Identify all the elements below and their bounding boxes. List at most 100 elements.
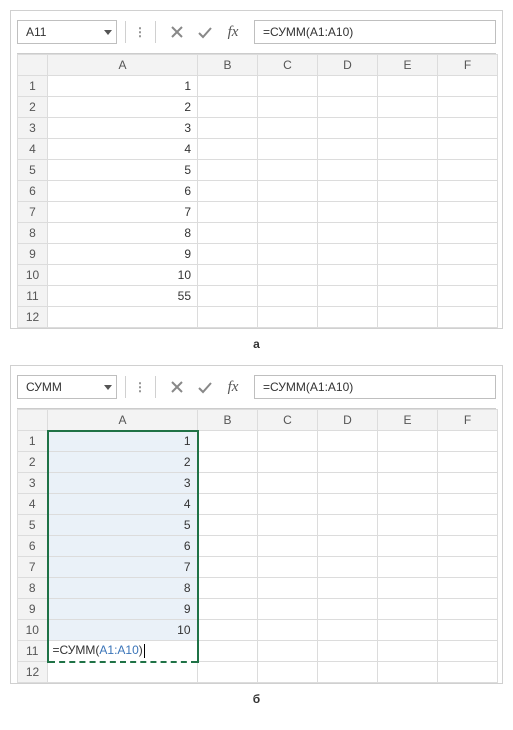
cell[interactable]: [378, 160, 438, 181]
row-header[interactable]: 2: [18, 97, 48, 118]
cell[interactable]: [378, 286, 438, 307]
cell[interactable]: [438, 244, 498, 265]
cell[interactable]: [198, 452, 258, 473]
row-header[interactable]: 1: [18, 76, 48, 97]
name-box[interactable]: A11: [17, 20, 117, 44]
row-header[interactable]: 2: [18, 452, 48, 473]
row-header[interactable]: 7: [18, 202, 48, 223]
cell[interactable]: [318, 139, 378, 160]
cell[interactable]: [198, 536, 258, 557]
cell[interactable]: [198, 473, 258, 494]
cell[interactable]: [378, 473, 438, 494]
cell[interactable]: [318, 494, 378, 515]
cancel-icon[interactable]: [168, 378, 186, 396]
row-header[interactable]: 11: [18, 641, 48, 662]
cell[interactable]: [258, 181, 318, 202]
cell[interactable]: [318, 536, 378, 557]
cell[interactable]: [198, 662, 258, 683]
row-header[interactable]: 3: [18, 473, 48, 494]
cell[interactable]: 6: [48, 536, 198, 557]
cell[interactable]: [258, 223, 318, 244]
cell[interactable]: 9: [48, 599, 198, 620]
cell[interactable]: [258, 578, 318, 599]
cell[interactable]: [258, 536, 318, 557]
col-header[interactable]: E: [378, 55, 438, 76]
cell[interactable]: [258, 265, 318, 286]
cell[interactable]: [318, 641, 378, 662]
row-header[interactable]: 8: [18, 223, 48, 244]
cell[interactable]: [438, 431, 498, 452]
cell[interactable]: [258, 557, 318, 578]
cell[interactable]: [318, 452, 378, 473]
cell[interactable]: [258, 452, 318, 473]
cell[interactable]: [198, 202, 258, 223]
col-header[interactable]: E: [378, 410, 438, 431]
cell[interactable]: 10: [48, 265, 198, 286]
cell[interactable]: 5: [48, 160, 198, 181]
cell[interactable]: [438, 620, 498, 641]
col-header[interactable]: C: [258, 55, 318, 76]
cell[interactable]: [378, 620, 438, 641]
row-header[interactable]: 4: [18, 139, 48, 160]
name-box[interactable]: СУММ: [17, 375, 117, 399]
col-header[interactable]: F: [438, 410, 498, 431]
cell[interactable]: [318, 118, 378, 139]
cell[interactable]: [438, 452, 498, 473]
cell[interactable]: [438, 223, 498, 244]
cell[interactable]: [378, 641, 438, 662]
cell[interactable]: 1: [48, 76, 198, 97]
cell[interactable]: [258, 97, 318, 118]
cell[interactable]: [378, 202, 438, 223]
corner-cell[interactable]: [18, 410, 48, 431]
cell[interactable]: [198, 181, 258, 202]
cell[interactable]: [48, 662, 198, 683]
cell[interactable]: [198, 620, 258, 641]
cell[interactable]: [258, 515, 318, 536]
cell[interactable]: [378, 223, 438, 244]
cell[interactable]: [258, 431, 318, 452]
cell[interactable]: 1: [48, 431, 198, 452]
cell[interactable]: [438, 557, 498, 578]
cell[interactable]: 4: [48, 139, 198, 160]
cell[interactable]: [258, 494, 318, 515]
cell[interactable]: [258, 139, 318, 160]
cell[interactable]: 5: [48, 515, 198, 536]
cell[interactable]: [438, 160, 498, 181]
row-header[interactable]: 7: [18, 557, 48, 578]
cell[interactable]: [198, 641, 258, 662]
cell[interactable]: [318, 265, 378, 286]
cell[interactable]: 3: [48, 473, 198, 494]
col-header[interactable]: B: [198, 410, 258, 431]
cell[interactable]: [198, 307, 258, 328]
cell[interactable]: 9: [48, 244, 198, 265]
cell[interactable]: [438, 473, 498, 494]
more-icon[interactable]: ⋮: [134, 380, 147, 394]
cell[interactable]: [198, 557, 258, 578]
cell[interactable]: [438, 536, 498, 557]
cell[interactable]: [198, 599, 258, 620]
cell[interactable]: [258, 641, 318, 662]
corner-cell[interactable]: [18, 55, 48, 76]
row-header[interactable]: 6: [18, 536, 48, 557]
cell[interactable]: [198, 265, 258, 286]
cell[interactable]: [438, 265, 498, 286]
cell[interactable]: 4: [48, 494, 198, 515]
cell[interactable]: [198, 223, 258, 244]
cell[interactable]: [378, 557, 438, 578]
fx-icon[interactable]: fx: [224, 23, 242, 41]
cell[interactable]: [318, 515, 378, 536]
row-header[interactable]: 9: [18, 244, 48, 265]
cell[interactable]: [378, 139, 438, 160]
cell[interactable]: [438, 202, 498, 223]
col-header[interactable]: A: [48, 410, 198, 431]
cell[interactable]: [198, 97, 258, 118]
active-cell-editing[interactable]: =СУММ(A1:A10): [48, 641, 198, 662]
fx-icon[interactable]: fx: [224, 378, 242, 396]
cell[interactable]: [258, 599, 318, 620]
cell[interactable]: [438, 286, 498, 307]
cell[interactable]: [378, 118, 438, 139]
cell[interactable]: 7: [48, 202, 198, 223]
cell[interactable]: 8: [48, 223, 198, 244]
cell[interactable]: [318, 557, 378, 578]
cell[interactable]: 2: [48, 452, 198, 473]
